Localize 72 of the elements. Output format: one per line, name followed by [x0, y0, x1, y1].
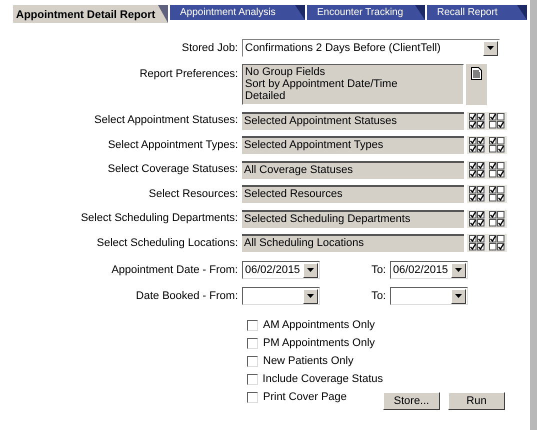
checkbox-label: PM Appointments Only — [263, 336, 375, 351]
select-some-icon[interactable] — [489, 137, 505, 153]
select-all-icon[interactable] — [469, 112, 485, 128]
tab[interactable]: Appointment Detail Report — [13, 5, 168, 23]
preference-line: Sort by Appointment Date/Time — [245, 78, 398, 90]
field-label: Appointment Date - From: — [110, 262, 239, 278]
tab-notch-icon — [517, 5, 527, 20]
tab[interactable]: Recall Report — [427, 5, 527, 20]
dropdown-button[interactable] — [451, 288, 466, 304]
store-button[interactable]: Store... — [383, 392, 440, 410]
date-field[interactable] — [390, 287, 468, 305]
field-label: Select Scheduling Locations: — [96, 236, 239, 251]
field-label: Select Resources: — [148, 186, 239, 202]
stored-job-dropdown[interactable]: Confirmations 2 Days Before (ClientTell) — [242, 39, 500, 57]
selection-field: All Scheduling Locations — [242, 234, 464, 252]
caret-icon — [487, 46, 494, 50]
caret-icon — [307, 268, 314, 272]
selection-field: All Coverage Statuses — [242, 160, 464, 178]
dropdown-button[interactable] — [303, 288, 318, 304]
run-button[interactable]: Run — [448, 392, 505, 410]
date-value: 06/02/2015 — [245, 262, 302, 278]
date-field[interactable]: 06/02/2015 — [242, 261, 320, 279]
tab[interactable]: Appointment Analysis — [170, 5, 305, 20]
tab-notch-icon — [415, 5, 425, 20]
checkbox[interactable] — [247, 356, 258, 366]
tab[interactable]: Encounter Tracking — [307, 5, 425, 20]
selection-field: Selected Appointment Statuses — [242, 112, 464, 130]
field-label: Select Scheduling Departments: — [80, 211, 239, 226]
field-label: Select Coverage Statuses: — [106, 162, 239, 178]
dropdown-button[interactable] — [483, 40, 498, 56]
dropdown-value: Confirmations 2 Days Before (ClientTell) — [245, 40, 442, 56]
tab-notch-icon — [295, 5, 305, 20]
select-all-icon[interactable] — [469, 210, 485, 226]
selection-field: Selected Appointment Types — [242, 136, 464, 154]
checkbox-label: Include Coverage Status — [262, 372, 383, 387]
select-some-icon[interactable] — [489, 235, 505, 251]
selection-field: Selected Scheduling Departments — [242, 210, 464, 228]
select-all-icon[interactable] — [469, 186, 485, 202]
document-icon — [471, 67, 482, 80]
checkbox-label: AM Appointments Only — [263, 318, 375, 333]
field-label: Report Preferences: — [138, 67, 239, 82]
select-some-icon[interactable] — [489, 210, 505, 226]
date-field[interactable] — [242, 287, 320, 305]
checkbox[interactable] — [247, 338, 258, 348]
preference-line: No Group Fields — [245, 66, 326, 78]
caret-icon — [307, 294, 314, 298]
field-label: Date Booked - From: — [134, 288, 239, 304]
field-label: To: — [370, 262, 387, 278]
date-value: 06/02/2015 — [393, 262, 450, 278]
checkbox-label: New Patients Only — [263, 354, 354, 369]
dropdown-button[interactable] — [303, 262, 318, 278]
select-all-icon[interactable] — [469, 235, 485, 251]
field-label: To: — [370, 288, 387, 304]
checkbox[interactable] — [247, 320, 258, 330]
field-label: Select Appointment Statuses: — [93, 113, 239, 128]
field-label: Select Appointment Types: — [106, 138, 239, 153]
date-field[interactable]: 06/02/2015 — [390, 261, 468, 279]
tab-notch-icon — [158, 5, 168, 23]
select-some-icon[interactable] — [489, 186, 505, 202]
caret-icon — [455, 268, 462, 272]
field-label: Stored Job: — [180, 40, 239, 56]
checkbox[interactable] — [247, 392, 258, 402]
checkbox-label: Print Cover Page — [263, 390, 347, 405]
selection-field: Selected Resources — [242, 185, 464, 203]
select-some-icon[interactable] — [489, 112, 505, 128]
checkbox[interactable] — [247, 374, 258, 384]
caret-icon — [455, 294, 462, 298]
preference-line: Detailed — [245, 90, 286, 102]
select-all-icon[interactable] — [469, 162, 485, 178]
select-all-icon[interactable] — [469, 137, 485, 153]
dropdown-button[interactable] — [451, 262, 466, 278]
select-some-icon[interactable] — [489, 162, 505, 178]
